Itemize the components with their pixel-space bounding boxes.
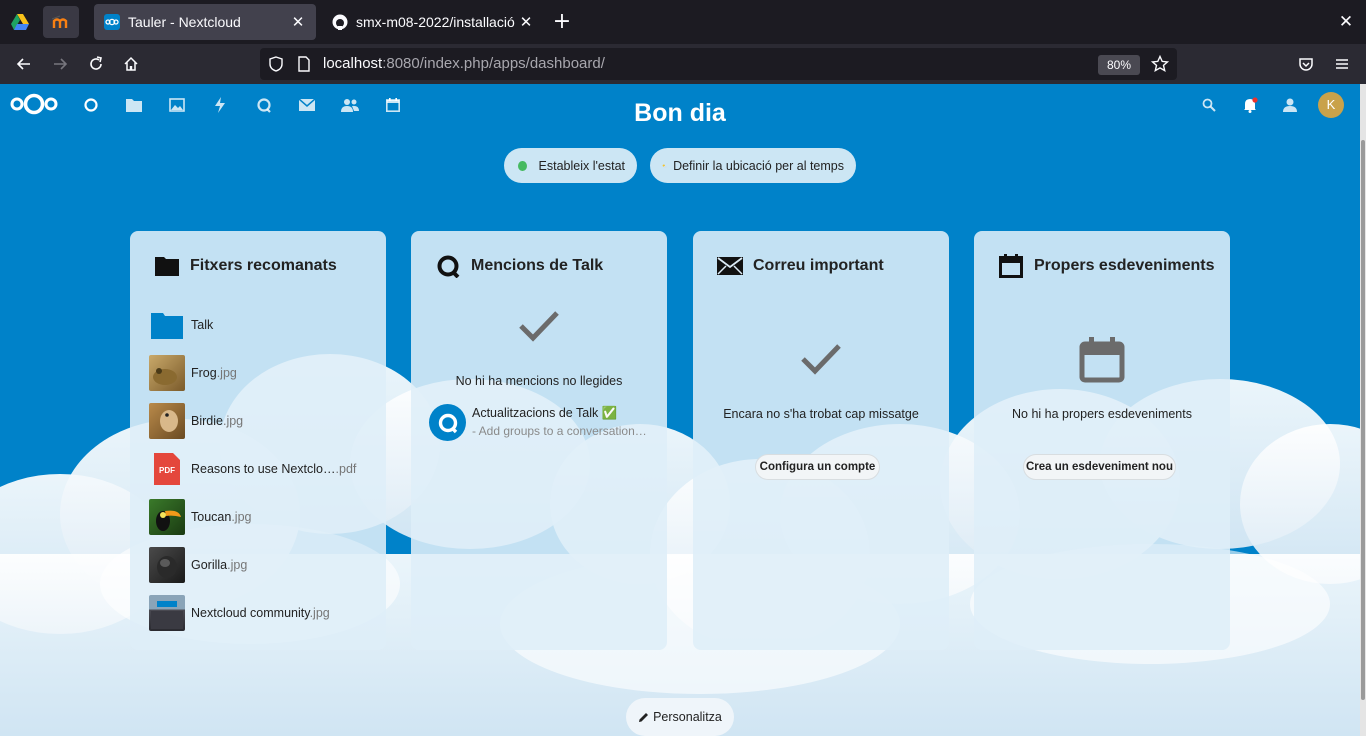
tab-title: smx-m08-2022/installació — [356, 14, 515, 30]
window-close-button[interactable]: ✕ — [1334, 8, 1358, 36]
tab-github[interactable]: smx-m08-2022/installació ✕ — [322, 4, 544, 40]
panel-title: Propers esdeveniments — [1034, 257, 1215, 274]
calendar-icon — [998, 253, 1024, 279]
drive-icon — [11, 14, 29, 30]
pocket-button[interactable] — [1292, 50, 1320, 78]
pdf-icon: PDF — [149, 451, 185, 487]
weather-icon — [662, 163, 667, 168]
customize-label: Personalitza — [653, 710, 722, 724]
checkmark-icon — [519, 311, 559, 342]
weather-location-label: Definir la ubicació per al temps — [673, 158, 844, 173]
mail-icon — [717, 253, 743, 279]
greeting-title: Bon dia — [634, 99, 726, 127]
scrollbar-thumb[interactable] — [1361, 140, 1365, 700]
file-name: Talk — [191, 318, 214, 332]
pdf-badge-text: PDF — [159, 466, 175, 475]
file-item[interactable]: Nextcloud community.jpg — [149, 595, 379, 631]
file-item[interactable]: Toucan.jpg — [149, 499, 379, 535]
file-item[interactable]: Talk — [149, 307, 379, 343]
frog-thumbnail — [149, 355, 185, 391]
page-icon[interactable] — [297, 56, 311, 76]
file-name: Nextcloud community.jpg — [191, 606, 330, 620]
tab-title: Tauler - Nextcloud — [128, 14, 241, 30]
close-tab-icon[interactable]: ✕ — [290, 13, 306, 31]
empty-message: No hi ha propers esdeveniments — [1012, 407, 1192, 421]
file-name: Toucan.jpg — [191, 510, 252, 524]
set-status-button[interactable]: Estableix l'estat — [504, 148, 637, 183]
menu-button[interactable] — [1328, 50, 1356, 78]
set-status-label: Estableix l'estat — [538, 158, 625, 173]
file-item[interactable]: Birdie.jpg — [149, 403, 379, 439]
arrow-right-icon — [54, 58, 68, 70]
nextcloud-dashboard: K Bon dia Estableix l'estat Definir la u… — [0, 84, 1360, 736]
gorilla-thumbnail — [149, 547, 185, 583]
reload-button[interactable] — [82, 50, 110, 78]
panel-header: Propers esdeveniments — [998, 253, 1215, 279]
pencil-icon — [639, 712, 649, 722]
file-item[interactable]: PDF Reasons to use Nextclo….pdf — [149, 451, 379, 487]
browser-tabbar: Tauler - Nextcloud ✕ smx-m08-2022/instal… — [0, 0, 1366, 44]
birdie-thumbnail — [149, 403, 185, 439]
nextcloud-favicon — [104, 14, 120, 30]
conversation-preview: - Add groups to a conversation… — [472, 424, 647, 438]
tab-nextcloud[interactable]: Tauler - Nextcloud ✕ — [94, 4, 316, 40]
checkmark-icon — [801, 344, 841, 375]
file-name: Gorilla.jpg — [191, 558, 248, 572]
home-icon — [124, 56, 138, 71]
moodle-icon — [52, 15, 68, 28]
file-name: Frog.jpg — [191, 366, 237, 380]
forward-button[interactable] — [46, 50, 74, 78]
arrow-left-icon — [16, 58, 30, 70]
panel-title: Correu important — [753, 257, 884, 274]
calendar-empty-icon — [1079, 337, 1125, 383]
close-tab-icon[interactable]: ✕ — [518, 13, 534, 31]
upcoming-events-panel: Propers esdeveniments No hi ha propers e… — [974, 231, 1230, 650]
online-status-icon — [518, 160, 527, 171]
shield-icon[interactable] — [268, 56, 284, 76]
important-mail-panel: Correu important Encara no s'ha trobat c… — [693, 231, 949, 650]
recommended-files-panel: Fitxers recomanats Talk Frog.jpg Birdie.… — [130, 231, 386, 650]
file-item[interactable]: Gorilla.jpg — [149, 547, 379, 583]
file-name: Birdie.jpg — [191, 414, 244, 428]
conversation-item[interactable]: Actualitzacions de Talk ✅ - Add groups t… — [429, 403, 659, 443]
empty-message: Encara no s'ha trobat cap missatge — [723, 407, 919, 421]
reload-icon — [90, 56, 102, 70]
panel-header: Fitxers recomanats — [154, 253, 337, 279]
browser-navbar: localhost:8080/index.php/apps/dashboard/… — [0, 44, 1366, 84]
url-path: :8080/index.php/apps/dashboard/ — [382, 55, 605, 72]
folder-icon — [149, 307, 185, 343]
panel-title: Mencions de Talk — [471, 257, 604, 274]
back-button[interactable] — [10, 50, 38, 78]
panel-header: Mencions de Talk — [435, 253, 603, 279]
file-name: Reasons to use Nextclo….pdf — [191, 462, 357, 476]
hamburger-icon — [1336, 59, 1348, 69]
empty-message: No hi ha mencions no llegides — [455, 374, 623, 388]
conversation-title: Actualitzacions de Talk ✅ — [472, 406, 618, 420]
weather-location-button[interactable]: Definir la ubicació per al temps — [650, 148, 856, 183]
toucan-thumbnail — [149, 499, 185, 535]
new-tab-button[interactable]: + — [550, 8, 574, 36]
setup-account-button[interactable]: Configura un compte — [755, 454, 880, 480]
talk-mentions-panel: Mencions de Talk No hi ha mencions no ll… — [411, 231, 667, 650]
create-event-button[interactable]: Crea un esdeveniment nou — [1023, 454, 1176, 480]
folder-icon — [154, 253, 180, 279]
pocket-icon — [1299, 58, 1313, 71]
bookmark-star-icon[interactable] — [1150, 54, 1170, 77]
zoom-indicator[interactable]: 80% — [1098, 55, 1140, 75]
address-bar[interactable]: localhost:8080/index.php/apps/dashboard/… — [260, 48, 1177, 80]
url-text[interactable]: localhost:8080/index.php/apps/dashboard/ — [323, 48, 605, 80]
community-thumbnail — [149, 595, 185, 631]
talk-icon — [435, 253, 461, 279]
file-item[interactable]: Frog.jpg — [149, 355, 379, 391]
panel-header: Correu important — [717, 253, 884, 279]
url-host: localhost — [323, 55, 383, 72]
pinned-tab-drive[interactable] — [2, 6, 38, 38]
panel-title: Fitxers recomanats — [190, 257, 337, 274]
talk-conversation-avatar — [429, 404, 466, 441]
customize-button[interactable]: Personalitza — [626, 698, 734, 736]
github-favicon — [332, 14, 348, 30]
pinned-tab-moodle[interactable] — [43, 6, 79, 38]
home-button[interactable] — [117, 50, 145, 78]
